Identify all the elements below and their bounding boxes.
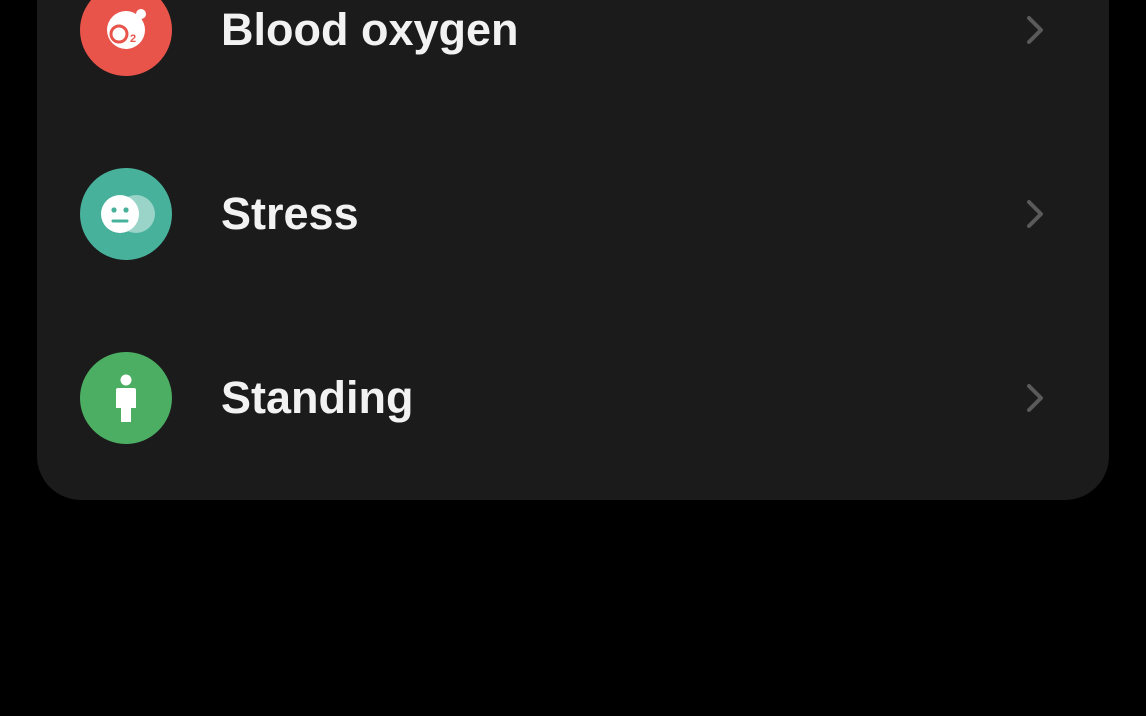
chevron-right-icon [1027,384,1043,412]
health-menu-card: 2 Blood oxygen Stress Standing [37,0,1109,500]
stress-icon [80,168,172,260]
svg-text:2: 2 [130,33,136,45]
chevron-right-icon [1027,200,1043,228]
menu-item-standing[interactable]: Standing [37,306,1109,490]
screen: 2 Blood oxygen Stress Standing [0,0,1146,716]
menu-item-label: Stress [221,188,359,239]
standing-icon [80,352,172,444]
menu-item-label: Standing [221,372,414,423]
menu-item-blood-oxygen[interactable]: 2 Blood oxygen [37,0,1109,122]
blood-oxygen-icon: 2 [80,0,172,76]
chevron-right-icon [1027,16,1043,44]
menu-item-stress[interactable]: Stress [37,122,1109,306]
menu-item-label: Blood oxygen [221,4,519,55]
